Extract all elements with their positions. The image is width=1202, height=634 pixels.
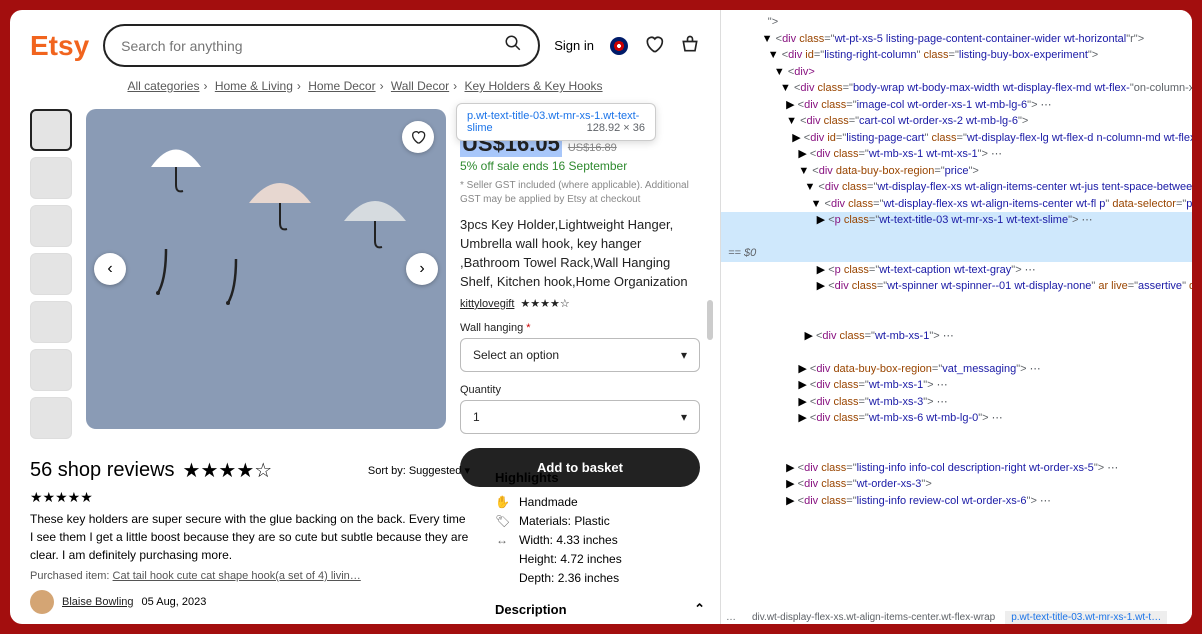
devtools-element-tooltip: p.wt-text-title-03.wt-mr-xs-1.wt-text-sl…: [456, 103, 656, 141]
review-date: 05 Aug, 2023: [142, 596, 207, 608]
chevron-down-icon: ▾: [681, 348, 687, 362]
devtools-breadcrumb[interactable]: … div.wt-display-flex-xs.wt-align-items-…: [720, 611, 1190, 624]
main-image[interactable]: ‹ ›: [86, 109, 446, 429]
description-accordion[interactable]: Description⌃: [495, 601, 705, 617]
breadcrumb: All categories› Home & Living› Home Deco…: [10, 75, 720, 101]
original-price: US$16.89: [568, 142, 617, 154]
highlights-heading: Highlights: [495, 470, 705, 485]
gst-note: * Seller GST included (where applicable)…: [460, 179, 700, 206]
thumbnail[interactable]: [30, 157, 72, 199]
shop-rating-stars: ★★★★☆: [520, 297, 569, 310]
variation-select[interactable]: Select an option▾: [460, 338, 700, 372]
thumbnail[interactable]: [30, 301, 72, 343]
product-title: 3pcs Key Holder,Lightweight Hanger, Umbr…: [460, 216, 700, 291]
gallery-prev-button[interactable]: ‹: [94, 253, 126, 285]
thumbnail[interactable]: [30, 397, 72, 439]
signin-link[interactable]: Sign in: [554, 38, 594, 53]
basket-icon[interactable]: [680, 34, 700, 57]
search-input[interactable]: [121, 38, 504, 54]
thumbnail[interactable]: [30, 109, 72, 151]
pane-resize-handle[interactable]: [707, 300, 713, 340]
favorite-button[interactable]: [402, 121, 434, 153]
reviews-stars: ★★★★☆: [183, 458, 273, 483]
quantity-label: Quantity: [460, 384, 700, 396]
search-bar[interactable]: [103, 24, 540, 67]
devtools-elements-panel[interactable]: "> ▼ <div class="wt-pt-xs-5 listing-page…: [720, 10, 1192, 624]
region-icon[interactable]: [610, 37, 628, 55]
chevron-up-icon: ⌃: [694, 601, 705, 617]
variation-label: Wall hanging *: [460, 322, 700, 334]
shop-link[interactable]: kittylovegift: [460, 298, 514, 310]
gallery-next-button[interactable]: ›: [406, 253, 438, 285]
avatar[interactable]: [30, 590, 54, 614]
search-icon[interactable]: [504, 34, 522, 57]
purchased-item-link[interactable]: Cat tail hook cute cat shape hook(a set …: [113, 570, 361, 582]
quantity-select[interactable]: 1▾: [460, 400, 700, 434]
thumbnail[interactable]: [30, 253, 72, 295]
favorites-icon[interactable]: [644, 34, 664, 57]
chevron-down-icon: ▾: [681, 410, 687, 424]
sale-text: 5% off sale ends 16 September: [460, 159, 700, 173]
sort-dropdown[interactable]: Sort by: Suggested ▾: [368, 464, 470, 477]
reviewer-link[interactable]: Blaise Bowling: [62, 596, 134, 608]
thumbnail[interactable]: [30, 349, 72, 391]
reviews-heading: 56 shop reviews: [30, 459, 175, 482]
review-item-stars: ★★★★★: [30, 489, 470, 506]
etsy-logo[interactable]: Etsy: [30, 30, 89, 62]
thumbnail[interactable]: [30, 205, 72, 247]
review-text: These key holders are super secure with …: [30, 510, 470, 564]
